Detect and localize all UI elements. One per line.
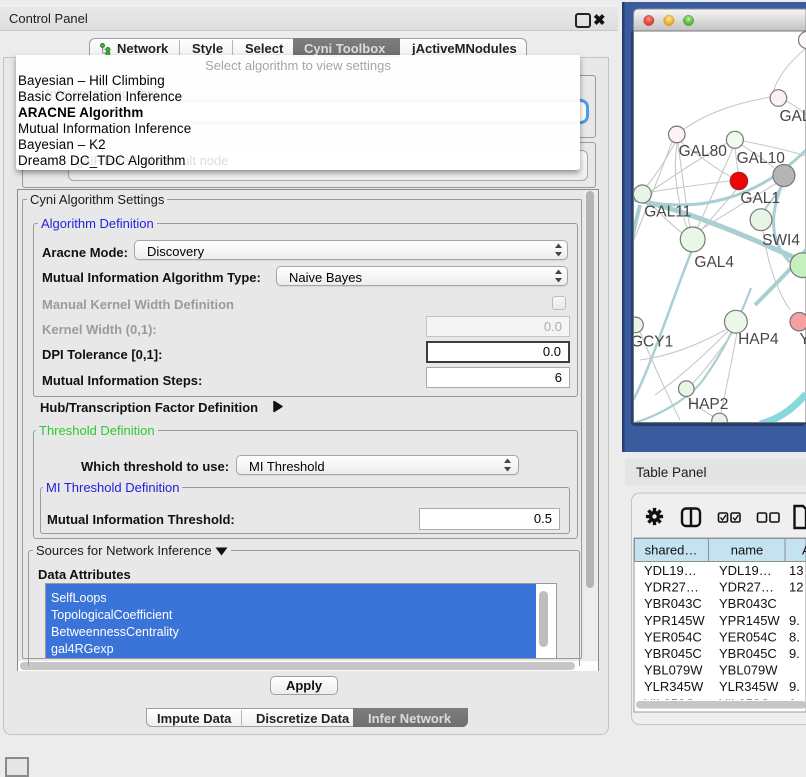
svg-text:YBL079W: YBL079W: [644, 663, 703, 678]
svg-text:YBR045C: YBR045C: [644, 646, 702, 661]
svg-text:YLR345W: YLR345W: [719, 679, 779, 694]
svg-text:YBL079W: YBL079W: [719, 663, 778, 678]
svg-text:GAL4: GAL4: [694, 254, 734, 271]
svg-text:shared…: shared…: [645, 543, 698, 558]
svg-text:8.: 8.: [789, 629, 800, 644]
svg-text:13: 13: [789, 563, 803, 578]
svg-text:9.: 9.: [789, 613, 800, 628]
svg-text:YPR145W: YPR145W: [644, 613, 705, 628]
svg-text:YBR043C: YBR043C: [644, 596, 702, 611]
svg-text:YPR145W: YPR145W: [719, 613, 780, 628]
svg-text:YDR27…: YDR27…: [644, 580, 699, 595]
svg-text:GAL80: GAL80: [679, 143, 728, 160]
svg-text:HAP2: HAP2: [688, 396, 729, 413]
svg-text:GAL10: GAL10: [737, 150, 786, 167]
svg-text:YER054C: YER054C: [719, 629, 777, 644]
svg-text:Table Panel: Table Panel: [636, 465, 707, 480]
svg-text:GAL1: GAL1: [740, 190, 780, 207]
svg-text:name: name: [731, 543, 764, 558]
svg-text:GAL11: GAL11: [644, 204, 691, 221]
svg-text:YJR048W: YJR048W: [800, 331, 806, 348]
svg-text:YBR043C: YBR043C: [719, 596, 777, 611]
svg-text:HAP4: HAP4: [738, 331, 779, 348]
svg-text:YDL19…: YDL19…: [719, 563, 772, 578]
svg-text:SWI4: SWI4: [762, 232, 800, 249]
svg-text:YER054C: YER054C: [644, 629, 702, 644]
svg-text:9.: 9.: [789, 646, 800, 661]
svg-text:YLR345W: YLR345W: [644, 679, 704, 694]
svg-text:A: A: [802, 543, 806, 558]
svg-text:YDL19…: YDL19…: [644, 563, 697, 578]
svg-text:GAL7: GAL7: [780, 108, 806, 125]
svg-text:YBR045C: YBR045C: [719, 646, 777, 661]
svg-text:YDR27…: YDR27…: [719, 580, 774, 595]
svg-text:9.: 9.: [789, 679, 800, 694]
svg-text:GCY1: GCY1: [631, 334, 673, 351]
svg-text:12: 12: [789, 580, 803, 595]
